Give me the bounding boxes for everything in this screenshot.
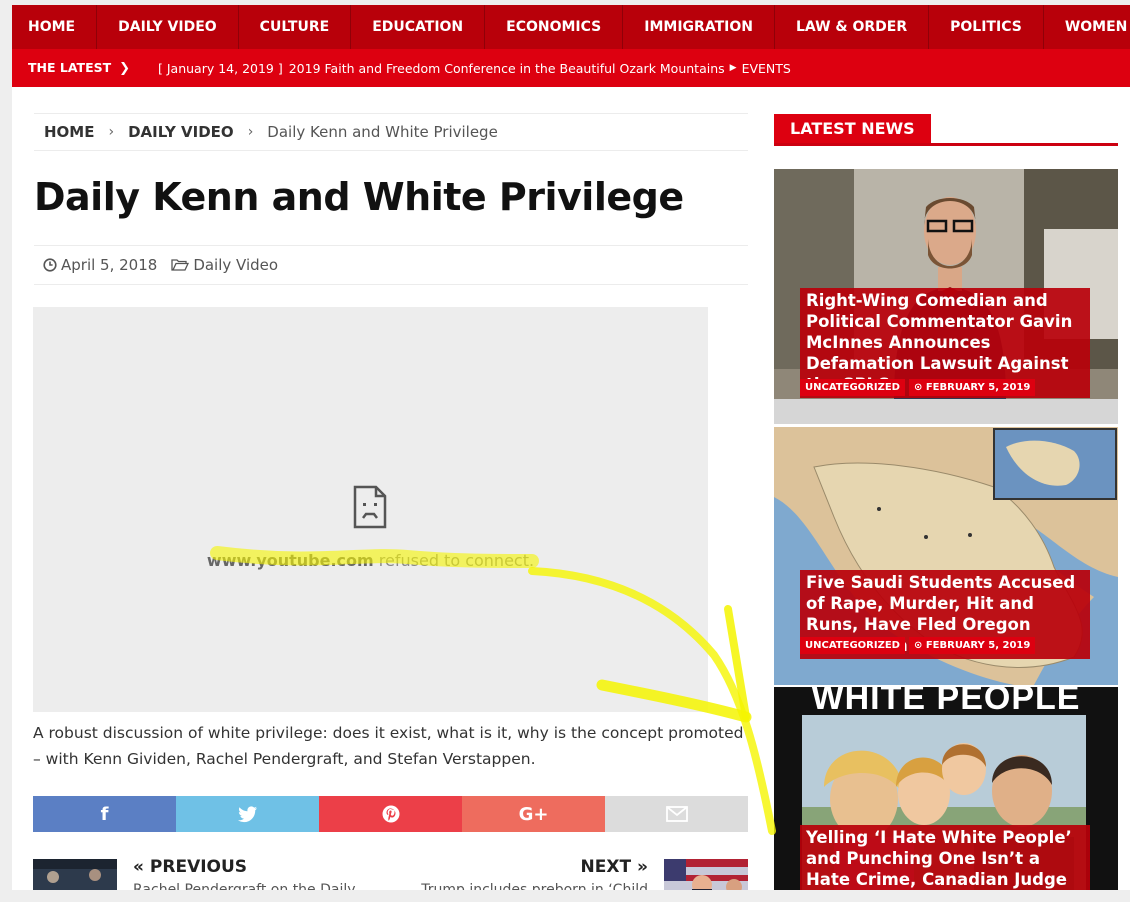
news-card-title[interactable]: Yelling ‘I Hate White People’ and Punchi… [800, 825, 1090, 890]
embed-domain: www.youtube.com [206, 551, 374, 570]
sidebar-heading: LATEST NEWS [774, 114, 1118, 146]
article-category[interactable]: Daily Video [171, 256, 278, 274]
nav-daily-video[interactable]: DAILY VIDEO [97, 5, 239, 49]
googleplus-icon: G+ [518, 803, 549, 825]
nav-women[interactable]: WOMEN [1044, 5, 1130, 49]
previous-post-thumbnail[interactable] [33, 859, 117, 890]
nav-law-order[interactable]: LAW & ORDER [775, 5, 930, 49]
chevron-right-icon: › [247, 124, 254, 140]
breadcrumb-home[interactable]: HOME [44, 123, 94, 141]
twitter-icon [237, 805, 257, 822]
video-embed[interactable]: www.youtube.com refused to connect. [33, 307, 708, 712]
ticker-category[interactable]: EVENTS [742, 61, 791, 76]
ticker-headline[interactable]: 2019 Faith and Freedom Conference in the… [289, 61, 725, 76]
next-post-title[interactable]: Trump includes preborn in ‘Child [421, 882, 648, 890]
date-badge: ⊙ FEBRUARY 5, 2019 [908, 379, 1036, 396]
news-card-image-text: WHITE PEOPLE [811, 687, 1081, 717]
clock-icon [43, 258, 57, 272]
article-date: April 5, 2018 [43, 256, 157, 274]
article-description: A robust discussion of white privilege: … [33, 724, 744, 768]
share-twitter-button[interactable] [176, 796, 319, 832]
date-badge: ⊙ FEBRUARY 5, 2019 [908, 637, 1036, 654]
page: HOME DAILY VIDEO CULTURE EDUCATION ECONO… [12, 5, 1130, 890]
nav-economics[interactable]: ECONOMICS [485, 5, 624, 49]
ticker-date: [ January 14, 2019 ] [158, 60, 283, 76]
breadcrumb: HOME › DAILY VIDEO › Daily Kenn and Whit… [34, 113, 748, 151]
category-badge[interactable]: UNCATEGORIZED [800, 379, 905, 396]
category-badge[interactable]: UNCATEGORIZED [800, 637, 905, 654]
nav-home[interactable]: HOME [12, 5, 98, 49]
ticker-label: THE LATEST ❯ [28, 60, 131, 76]
breadcrumb-section[interactable]: DAILY VIDEO [128, 123, 234, 141]
main-nav: HOME DAILY VIDEO CULTURE EDUCATION ECONO… [12, 5, 1130, 49]
chevron-right-icon: › [108, 124, 115, 140]
news-card[interactable]: Right-Wing Comedian and Political Commen… [774, 169, 1118, 424]
envelope-icon [665, 806, 688, 822]
share-email-button[interactable] [605, 796, 748, 832]
embed-error-message: www.youtube.com refused to connect. [206, 551, 535, 570]
next-post-label[interactable]: NEXT » [581, 857, 648, 877]
breadcrumb-current: Daily Kenn and White Privilege [267, 123, 498, 141]
news-card[interactable]: WHITE PEOPLE Yelling ‘I Hate White Peopl… [774, 687, 1118, 890]
post-navigation: « PREVIOUS Rachel Pendergraft on the Dai… [33, 855, 748, 890]
nav-education[interactable]: EDUCATION [351, 5, 486, 49]
nav-culture[interactable]: CULTURE [239, 5, 352, 49]
nav-immigration[interactable]: IMMIGRATION [623, 5, 775, 49]
folder-icon [171, 259, 190, 271]
share-facebook-button[interactable]: f [33, 796, 176, 832]
pinterest-icon [382, 805, 399, 823]
previous-post-label[interactable]: « PREVIOUS [133, 857, 247, 877]
play-arrow-icon: ▶ [729, 63, 737, 73]
article-meta: April 5, 2018 Daily Video [34, 245, 748, 285]
previous-post-title[interactable]: Rachel Pendergraft on the Daily [133, 882, 356, 890]
share-googleplus-button[interactable]: G+ [462, 796, 605, 832]
news-card[interactable]: Five Saudi Students Accused of Rape, Mur… [774, 427, 1118, 685]
share-bar: f G+ [33, 796, 748, 832]
page-title: Daily Kenn and White Privilege [34, 175, 684, 219]
sad-document-icon [353, 485, 387, 529]
latest-ticker: THE LATEST ❯ [ January 14, 2019 ] 2019 Fa… [12, 49, 1130, 87]
nav-politics[interactable]: POLITICS [929, 5, 1044, 49]
chevron-right-icon: ❯ [119, 61, 131, 76]
next-post-thumbnail[interactable] [664, 859, 748, 890]
facebook-icon: f [100, 803, 109, 825]
share-pinterest-button[interactable] [319, 796, 462, 832]
